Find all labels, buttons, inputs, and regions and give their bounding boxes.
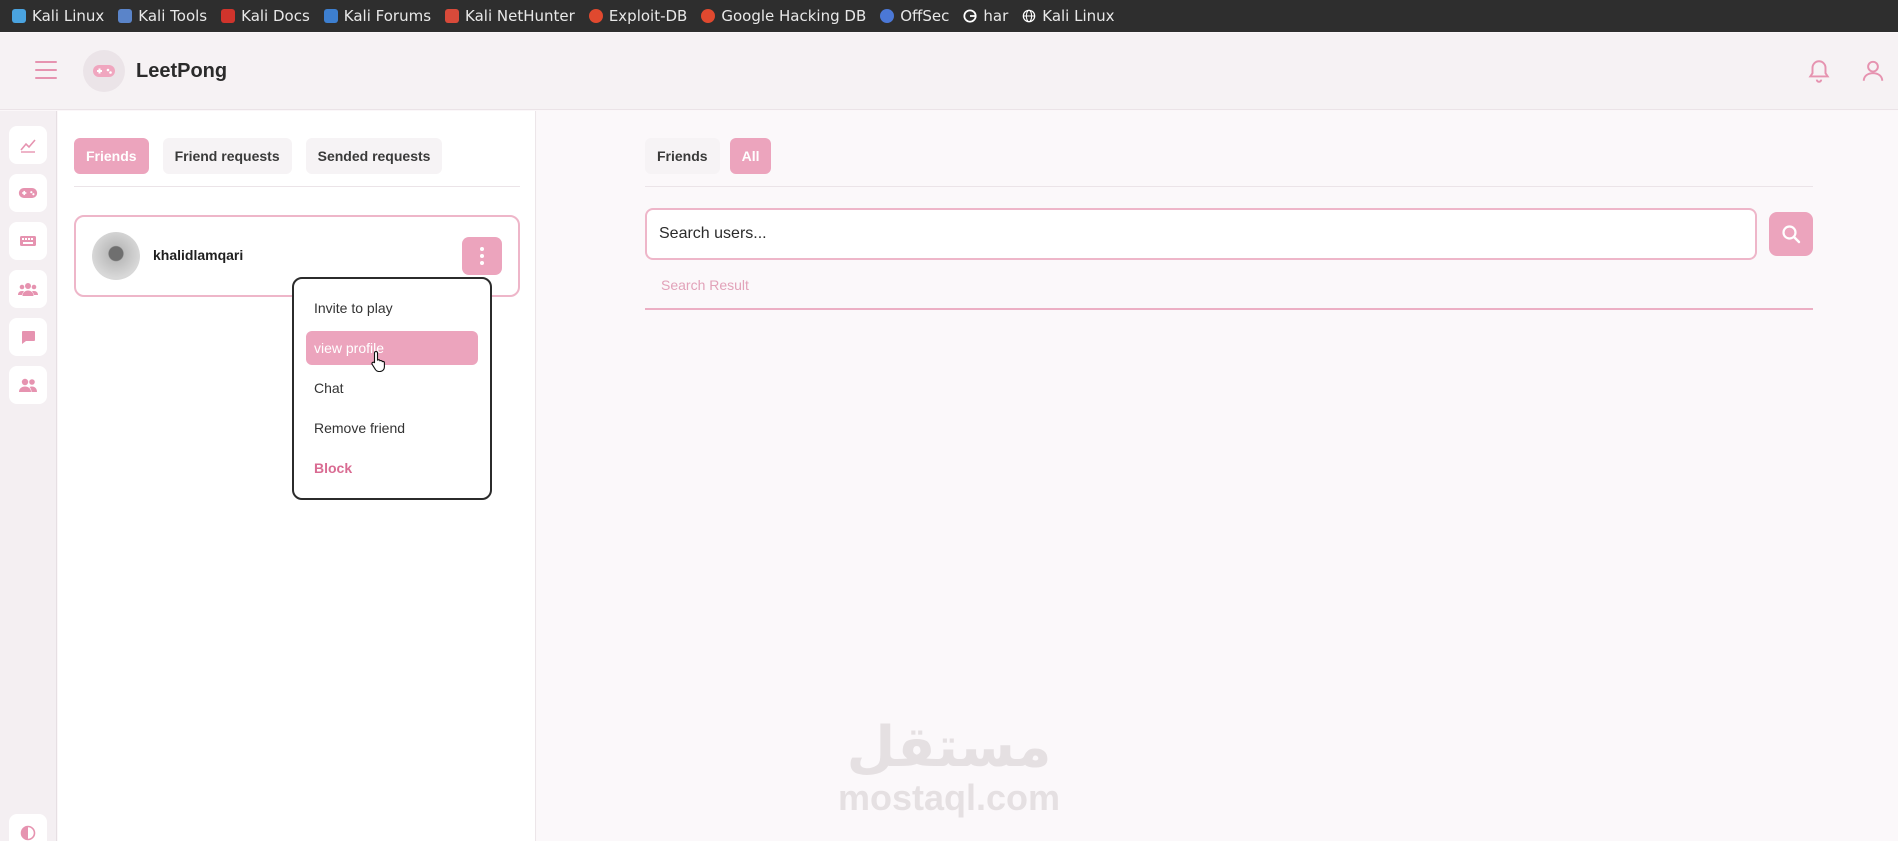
nethunter-icon <box>445 9 460 23</box>
rail-groups-button[interactable] <box>9 270 47 308</box>
friends-icon <box>19 378 37 392</box>
dot <box>480 247 484 251</box>
google-icon <box>963 9 977 23</box>
bookmark-kali-linux-2[interactable]: Kali Linux <box>1022 7 1115 25</box>
rail-stats-button[interactable] <box>9 126 47 164</box>
search-input[interactable] <box>645 208 1757 260</box>
hand-cursor-icon <box>371 350 385 372</box>
bookmark-kali-forums[interactable]: Kali Forums <box>323 7 431 25</box>
bookmark-kali-nethunter[interactable]: Kali NetHunter <box>445 7 575 25</box>
tab-friends[interactable]: Friends <box>74 138 149 174</box>
group-icon <box>18 283 38 296</box>
watermark-logo: مستقل mostaql.com <box>838 718 1060 818</box>
tab-friend-requests[interactable]: Friend requests <box>162 138 292 174</box>
contrast-icon <box>20 825 36 841</box>
menu-block[interactable]: Block <box>306 451 478 485</box>
tab-sended-requests[interactable]: Sended requests <box>305 138 443 174</box>
menu-remove-friend[interactable]: Remove friend <box>306 411 478 445</box>
watermark-latin: mostaql.com <box>838 777 1061 818</box>
hamburger-menu-icon[interactable] <box>35 61 57 79</box>
keyboard-icon <box>20 236 36 246</box>
menu-view-profile[interactable]: view profile <box>306 331 478 365</box>
friend-context-menu: Invite to play view profile Chat Remove … <box>292 277 492 500</box>
avatar[interactable] <box>92 232 140 280</box>
menu-chat[interactable]: Chat <box>306 371 478 405</box>
kali-docs-icon <box>221 9 236 23</box>
menu-invite-to-play[interactable]: Invite to play <box>306 291 478 325</box>
bookmark-kali-linux[interactable]: Kali Linux <box>12 7 104 25</box>
chat-icon <box>22 331 35 344</box>
tab-search-friends[interactable]: Friends <box>645 138 720 174</box>
friend-name[interactable]: khalidlamqari <box>153 247 243 263</box>
search-button[interactable] <box>1769 212 1813 256</box>
rail-friends-button[interactable] <box>9 366 47 404</box>
bookmark-kali-tools[interactable]: Kali Tools <box>118 7 207 25</box>
rail-keyboard-button[interactable] <box>9 222 47 260</box>
kali-tools-icon <box>118 9 133 23</box>
bookmark-har[interactable]: har <box>963 7 1008 25</box>
search-result-label: Search Result <box>661 277 749 293</box>
search-tabs-divider <box>645 186 1813 187</box>
globe-icon <box>1022 9 1036 23</box>
gamepad-logo-icon <box>83 50 125 92</box>
offsec-icon <box>880 9 895 23</box>
dot <box>480 254 484 258</box>
bookmarks-bar: Kali Linux Kali Tools Kali Docs Kali For… <box>0 0 1898 32</box>
rail-game-button[interactable] <box>9 174 47 212</box>
exploit-db-icon <box>588 9 603 23</box>
search-panel: Friends All Search Result <box>537 111 1898 841</box>
tab-search-all[interactable]: All <box>729 138 772 174</box>
gamepad-icon <box>18 188 38 198</box>
tabs-divider <box>74 186 520 187</box>
dot <box>480 261 484 265</box>
ghdb-icon <box>701 9 716 23</box>
rail-chat-button[interactable] <box>9 318 47 356</box>
user-icon[interactable] <box>1860 58 1886 84</box>
kali-forums-icon <box>323 9 338 23</box>
bookmark-google-hacking-db[interactable]: Google Hacking DB <box>701 7 866 25</box>
bookmark-offsec[interactable]: OffSec <box>880 7 949 25</box>
bell-icon[interactable] <box>1806 58 1832 84</box>
chart-icon <box>20 139 36 153</box>
bookmark-kali-docs[interactable]: Kali Docs <box>221 7 310 25</box>
app-header: LeetPong <box>0 33 1898 110</box>
more-options-button[interactable] <box>462 237 502 275</box>
theme-toggle-button[interactable] <box>9 814 47 841</box>
search-icon <box>1782 225 1801 244</box>
search-tabs: Friends All <box>645 138 772 174</box>
kali-dragon-icon <box>12 9 26 23</box>
bookmark-exploit-db[interactable]: Exploit-DB <box>588 7 687 25</box>
brand-name: LeetPong <box>136 60 228 82</box>
search-result-divider <box>645 308 1813 310</box>
left-rail <box>0 111 57 841</box>
watermark-arabic: مستقل <box>846 715 1052 780</box>
friends-tabs: Friends Friend requests Sended requests <box>74 138 443 174</box>
